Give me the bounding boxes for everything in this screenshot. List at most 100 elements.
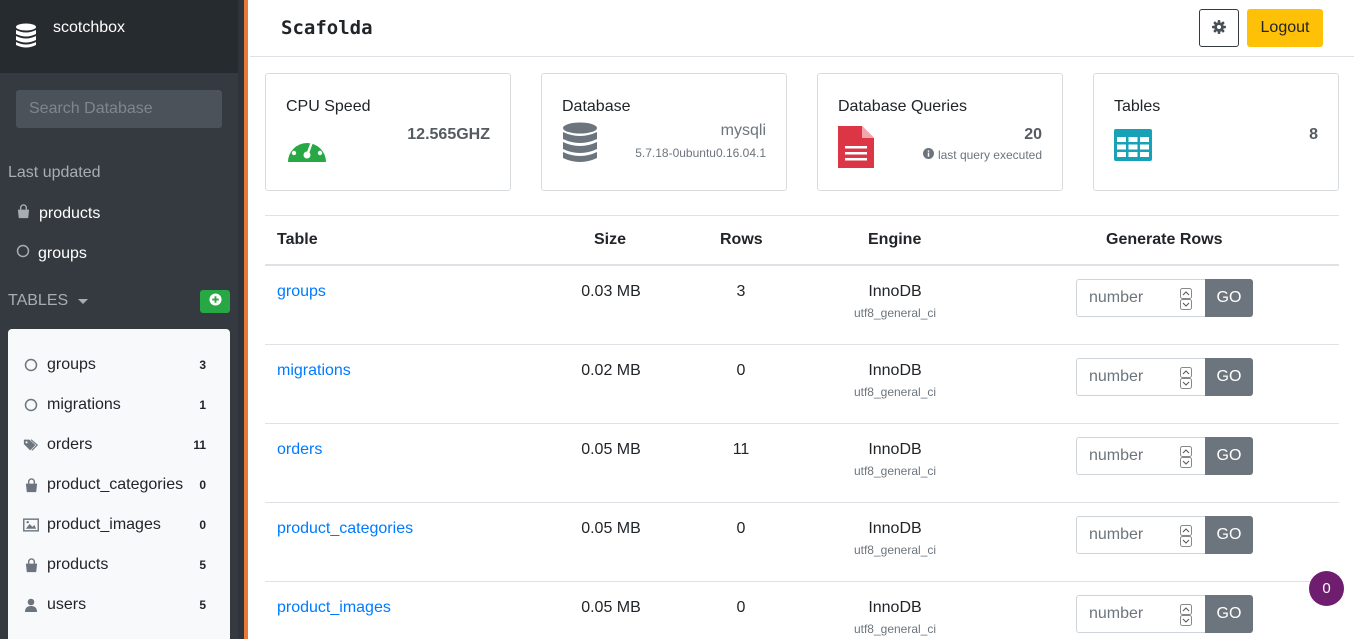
go-button[interactable]: GO [1205,358,1253,396]
shopping-bag-icon [23,557,39,573]
tables-list: groups 3 migrations 1 orders 11 product_… [8,329,230,639]
shopping-bag-icon [16,204,31,224]
table-collation: utf8_general_ci [853,385,937,399]
table-row-count: 0 [736,362,746,379]
table-engine: InnoDB [868,283,922,300]
sidebar-item-products[interactable]: products 5 [8,545,230,585]
table-row-count: 3 [736,283,746,300]
generate-rows-group: GO [1076,358,1253,396]
table-row: product_images 0.05 MB 0 InnoDB utf8_gen… [265,582,1339,639]
table-row-count: 0 [736,599,746,616]
sidebar-item-users[interactable]: users 5 [8,585,230,625]
table-link[interactable]: groups [277,283,326,301]
cpu-speed-value: 12.565GHZ [407,126,490,143]
queries-count: 20 [1024,126,1042,143]
number-spinner-icon[interactable] [1180,604,1192,626]
sidebar: scotchbox Last updated products groups T… [0,0,244,639]
table-link[interactable]: migrations [277,362,351,380]
table-collation: utf8_general_ci [853,622,937,636]
sidebar-item-migrations[interactable]: migrations 1 [8,385,230,425]
column-header-generate-rows: Generate Rows [1106,231,1223,248]
number-spinner-icon[interactable] [1180,367,1192,389]
last-updated-item-label: products [39,205,101,222]
row-count-badge: 11 [193,438,206,452]
add-table-button[interactable] [200,290,230,313]
go-button[interactable]: GO [1205,595,1253,633]
generate-rows-group: GO [1076,437,1253,475]
page-title: Scafolda [281,17,373,39]
card-title: CPU Speed [286,98,371,115]
database-icon [15,23,37,54]
notification-badge[interactable]: 0 [1309,571,1344,606]
card-title: Database Queries [838,98,967,115]
plus-circle-icon [208,292,222,311]
cpu-speed-card: CPU Speed 12.565GHZ [265,73,511,191]
go-button[interactable]: GO [1205,279,1253,317]
file-text-icon [838,126,874,173]
column-header-engine: Engine [868,231,922,248]
row-count-badge: 3 [199,358,206,372]
go-button[interactable]: GO [1205,437,1253,475]
tables-table: Table Size Rows Engine Generate Rows gro… [265,215,1339,639]
generate-rows-group: GO [1076,279,1253,317]
table-engine: InnoDB [868,441,922,458]
row-count-badge: 0 [199,518,206,532]
sidebar-item-product-images[interactable]: product_images 0 [8,505,230,545]
settings-button[interactable] [1199,9,1239,47]
table-row: groups 0.03 MB 3 InnoDB utf8_general_ci … [265,266,1339,345]
user-icon [23,598,39,612]
circle-outline-icon [23,398,39,412]
table-collation: utf8_general_ci [853,306,937,320]
sidebar-item-label: groups [47,356,96,373]
go-button[interactable]: GO [1205,516,1253,554]
last-query-label: last query executed [937,148,1042,162]
table-link[interactable]: product_images [277,599,391,617]
database-driver: mysqli [720,122,766,139]
card-title: Database [562,98,631,115]
number-spinner-icon[interactable] [1180,288,1192,310]
table-engine: InnoDB [868,362,922,379]
table-link[interactable]: product_categories [277,520,413,538]
sidebar-item-product-categories[interactable]: product_categories 0 [8,465,230,505]
tags-icon [23,438,39,452]
number-spinner-icon[interactable] [1180,525,1192,547]
column-header-table: Table [277,231,318,248]
generate-rows-group: GO [1076,595,1253,633]
sidebar-item-label: product_images [47,516,161,533]
table-row: orders 0.05 MB 11 InnoDB utf8_general_ci… [265,424,1339,503]
column-header-rows: Rows [720,231,763,248]
topbar: Scafolda Logout [250,0,1354,57]
table-engine: InnoDB [868,599,922,616]
row-count-badge: 5 [199,598,206,612]
circle-outline-icon [23,358,39,372]
table-engine: InnoDB [868,520,922,537]
table-row-count: 0 [736,520,746,537]
database-version: 5.7.18-0ubuntu0.16.04.1 [635,146,766,160]
tables-count: 8 [1309,126,1318,143]
table-row: migrations 0.02 MB 0 InnoDB utf8_general… [265,345,1339,424]
search-input[interactable] [16,90,222,128]
row-count-badge: 5 [199,558,206,572]
table-icon [1114,129,1152,166]
table-link[interactable]: orders [277,441,322,459]
brand[interactable]: scotchbox [0,0,238,73]
image-icon [23,518,39,532]
dashboard-gauge-icon [286,126,328,169]
database-card: Database mysqli 5.7.18-0ubuntu0.16.04.1 [541,73,787,191]
table-size: 0.02 MB [581,362,641,379]
logout-button[interactable]: Logout [1247,9,1323,47]
sidebar-item-groups[interactable]: groups 3 [8,345,230,385]
table-row-count: 11 [732,441,750,458]
database-queries-card: Database Queries 20 last query executed [817,73,1063,191]
table-size: 0.05 MB [581,441,641,458]
tables-dropdown[interactable]: TABLES [8,292,89,310]
brand-name: scotchbox [53,19,126,36]
tables-card: Tables 8 [1093,73,1339,191]
sidebar-item-orders[interactable]: orders 11 [8,425,230,465]
last-query-info[interactable]: last query executed [922,148,1042,162]
column-header-size: Size [594,231,627,248]
table-row: product_categories 0.05 MB 0 InnoDB utf8… [265,503,1339,582]
number-spinner-icon[interactable] [1180,446,1192,468]
last-updated-item-products[interactable]: products [16,204,100,224]
last-updated-item-groups[interactable]: groups [16,244,87,263]
